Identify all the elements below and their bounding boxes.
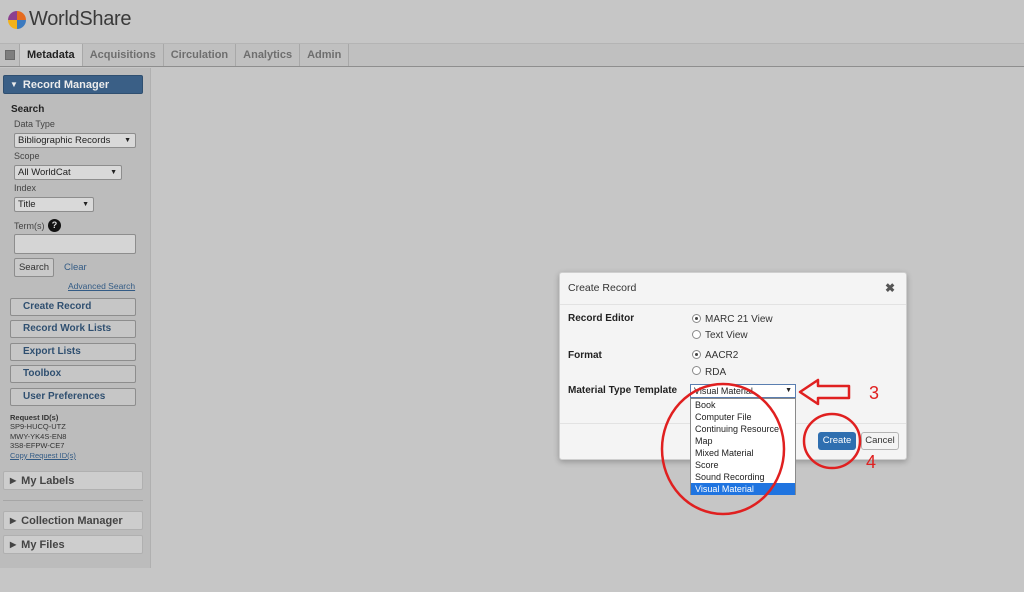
tab-metadata[interactable]: Metadata [20,44,83,66]
request-id: MWY-YK4S-EN8 [10,432,67,441]
request-ids-label: Request ID(s) [10,413,59,422]
chevron-down-icon: ▼ [110,169,117,176]
dialog-header-divider [560,304,906,305]
clear-link[interactable]: Clear [64,262,87,273]
option-computer-file[interactable]: Computer File [691,411,795,423]
create-button[interactable]: Create [818,432,856,450]
material-type-select[interactable]: Visual Material ▼ [690,384,796,398]
my-labels-label: My Labels [21,474,75,487]
help-icon[interactable]: ? [48,219,61,232]
sidebar-divider [3,500,143,501]
marc21-view-radio[interactable] [692,314,701,323]
option-visual-material[interactable]: Visual Material [691,483,795,495]
my-files-header[interactable]: ▶ My Files [3,535,143,554]
caret-right-icon: ▶ [10,476,17,485]
request-id: SP9-HUCQ-UTZ [10,422,66,431]
annotation-step-3: 3 [869,383,880,403]
material-type-value: Visual Material [694,386,753,396]
scope-label: Scope [14,151,40,161]
data-type-label: Data Type [14,119,55,129]
request-id: 3S8-EFPW-CE7 [10,441,65,450]
toolbox-button[interactable]: Toolbox [10,365,136,383]
collection-manager-label: Collection Manager [21,514,123,527]
option-continuing-resource[interactable]: Continuing Resource [691,423,795,435]
app-header: WorldShare [0,0,1024,44]
rda-label: RDA [705,367,727,378]
record-manager-label: Record Manager [22,78,110,91]
dialog-title: Create Record [568,282,637,294]
export-lists-button[interactable]: Export Lists [10,343,136,361]
collection-manager-header[interactable]: ▶ Collection Manager [3,511,143,530]
close-icon[interactable]: ✖ [885,281,895,295]
scope-select[interactable]: All WorldCat ▼ [14,165,122,180]
record-manager-header[interactable]: ▼ Record Manager [3,75,143,94]
index-label: Index [14,183,37,193]
record-editor-label: Record Editor [568,313,635,324]
option-sound-recording[interactable]: Sound Recording [691,471,795,483]
main-nav: Metadata Acquisitions Circulation Analyt… [0,44,1024,67]
tab-analytics[interactable]: Analytics [236,44,301,66]
caret-right-icon: ▶ [10,516,17,525]
chevron-down-icon: ▼ [785,387,792,394]
option-score[interactable]: Score [691,459,795,471]
caret-down-icon: ▼ [10,80,18,89]
marc21-view-label: MARC 21 View [705,314,773,325]
data-type-select[interactable]: Bibliographic Records ▼ [14,133,136,148]
chevron-down-icon: ▼ [124,137,131,144]
caret-right-icon: ▶ [10,540,17,549]
app-name: WorldShare [29,8,132,30]
advanced-search-link[interactable]: Advanced Search [68,281,135,291]
data-type-value: Bibliographic Records [18,135,111,146]
tab-admin[interactable]: Admin [300,44,350,66]
my-files-label: My Files [21,538,65,551]
terms-label: Term(s) [14,221,45,231]
format-label: Format [568,350,602,361]
option-map[interactable]: Map [691,435,795,447]
copy-request-ids-link[interactable]: Copy Request ID(s) [10,451,76,460]
worldshare-logo-icon [8,10,26,29]
material-type-template-label: Material Type Template [568,385,678,396]
my-labels-header[interactable]: ▶ My Labels [3,471,143,490]
material-type-dropdown-list: Book Computer File Continuing Resource M… [690,398,796,495]
option-mixed-material[interactable]: Mixed Material [691,447,795,459]
index-value: Title [18,199,36,210]
user-preferences-button[interactable]: User Preferences [10,388,136,406]
aacr2-label: AACR2 [705,350,739,361]
scope-value: All WorldCat [18,167,71,178]
record-work-lists-button[interactable]: Record Work Lists [10,320,136,338]
annotation-step-4: 4 [866,452,877,472]
text-view-label: Text View [705,330,748,341]
aacr2-radio[interactable] [692,350,701,359]
option-book[interactable]: Book [691,399,795,411]
tab-circulation[interactable]: Circulation [164,44,237,66]
create-record-button[interactable]: Create Record [10,298,136,316]
worldshare-logo[interactable]: WorldShare [8,8,132,31]
text-view-radio[interactable] [692,330,701,339]
search-heading: Search [11,104,45,115]
cancel-button[interactable]: Cancel [861,432,899,450]
rda-radio[interactable] [692,366,701,375]
sidebar-toggle-icon[interactable] [0,44,20,66]
index-select[interactable]: Title ▼ [14,197,94,212]
chevron-down-icon: ▼ [82,201,89,208]
terms-input[interactable] [14,234,136,254]
tab-acquisitions[interactable]: Acquisitions [83,44,164,66]
search-button[interactable]: Search [14,258,54,277]
